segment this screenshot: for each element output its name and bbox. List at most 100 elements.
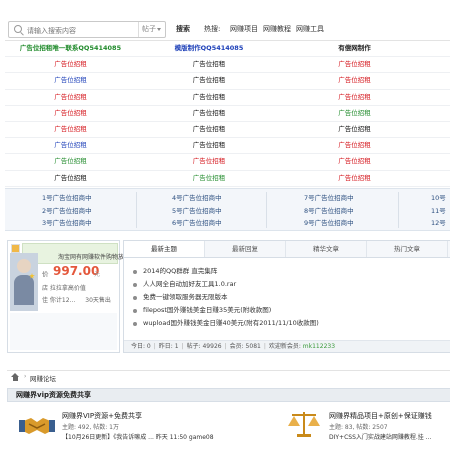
search-box[interactable]: 帖子 [8, 21, 166, 38]
ad-row: 广告位招租广告位招租广告位招租 [5, 138, 450, 155]
topic-title[interactable]: 人人网全自动加好友工具1.0.rar [143, 278, 236, 291]
sales-info: 30天售出 [85, 297, 111, 304]
ad-link[interactable]: 广告位招租 [282, 106, 427, 121]
ad-recruit-link[interactable]: 6号广告位招商中 [172, 217, 222, 230]
forum-latest-post[interactable]: 【10月26日更新】《我告诉嘛成 ... 昨天 11:50 game08 [62, 432, 214, 441]
topic-title[interactable]: wupload国外赚钱美金日赚40美元(附有2011/11/10收款图) [143, 317, 319, 330]
search-button[interactable]: 搜索 [176, 24, 190, 34]
ad-recruit-link[interactable]: 5号广告位招商中 [172, 205, 222, 218]
ad-recruit-link[interactable]: 2号广告位招商中 [42, 205, 92, 218]
ad-link[interactable]: 广告位招租 [136, 171, 282, 186]
stat-posts: 帖子: 49926 [186, 343, 222, 350]
ad-link[interactable]: 广告位招租 [282, 154, 427, 169]
stat-yesterday: 昨日: 1 [158, 343, 179, 350]
seller-info: 佳 你计12... [42, 297, 76, 304]
ad-link[interactable]: 广告位招租 [136, 154, 282, 169]
ad-header-row: 广告位招租唯一联系QQ5414085 模版制作QQ5414085 有偿网制作 [5, 41, 450, 58]
tab-hot[interactable]: 热门文章 [367, 241, 448, 257]
ad-link[interactable]: 广告位招租 [136, 57, 282, 72]
ad-recruit-link[interactable]: 8号广告位招商中 [304, 205, 354, 218]
breadcrumb-forum[interactable]: 网赚论坛 [30, 373, 56, 383]
forum-title[interactable]: 网赚界精品项目+原创+保证赚钱 [329, 411, 432, 421]
ad-recruit-link[interactable]: 4号广告位招商中 [172, 192, 222, 205]
list-item[interactable]: wupload国外赚钱美金日赚40美元(附有2011/11/10收款图) [133, 317, 319, 330]
ad-link[interactable]: 广告位招租 [5, 154, 136, 169]
ad-recruit-link[interactable]: 11号 [431, 205, 446, 218]
search-scope-select[interactable]: 帖子 [138, 22, 165, 37]
ad-link[interactable]: 广告位招租 [282, 171, 427, 186]
seller-line: 佳 你计12... 30天售出 [42, 295, 111, 304]
bullet-icon [133, 282, 137, 287]
topic-tabs: 最新主题 最新回复 精华文章 热门文章 [124, 241, 450, 258]
stat-members: 会员: 5081 [229, 343, 261, 350]
hot-link[interactable]: 网赚工具 [296, 24, 324, 34]
ad-link[interactable]: 广告位招租 [282, 57, 427, 72]
divider [398, 192, 399, 228]
forum-item[interactable]: 网赚界精品项目+原创+保证赚钱 主题: 83, 帖数: 2507 DIY+CSS… [284, 408, 450, 444]
ad-header-cell[interactable]: 广告位招租唯一联系QQ5414085 [5, 41, 136, 56]
ad-row: 广告位招租广告位招租广告位招租 [5, 57, 450, 74]
thumbnail-icon [11, 244, 20, 253]
promo-bottom-area [10, 313, 117, 350]
ad-link[interactable]: 广告位招租 [5, 171, 136, 186]
shop-name[interactable]: 店 拉拉拿高价值 [42, 283, 86, 292]
tab-featured[interactable]: 精华文章 [286, 241, 367, 257]
bullet-icon [133, 295, 137, 300]
promo-banner-text: 淘宝网有网赚软件购物放心 [58, 254, 131, 261]
tab-latest-replies[interactable]: 最新回复 [205, 241, 286, 257]
list-item[interactable]: filepost国外赚钱美金日赚35美元(附收款图) [133, 304, 319, 317]
forum-title[interactable]: 网赚界VIP资源+免费共享 [62, 411, 142, 421]
forum-latest-post[interactable]: DIY+CSS入门实战建站网赚教程.挂 ... [329, 432, 431, 441]
breadcrumb: › 网赚论坛 [7, 370, 450, 384]
product-promo-box[interactable]: 淘宝网有网赚软件购物放心 价 997.00 元 店 拉拉拿高价值 佳 你计12.… [7, 240, 130, 353]
list-item[interactable]: 2014的QQ群群 直完集阵 [133, 265, 319, 278]
price-unit: 元 [94, 271, 101, 278]
hot-link[interactable]: 网赚教程 [263, 24, 291, 34]
bullet-icon [133, 321, 137, 326]
handshake-icon [17, 408, 57, 440]
stat-today: 今日: 0 [131, 343, 151, 350]
ad-link[interactable]: 广告位招租 [136, 122, 282, 137]
home-icon[interactable] [11, 373, 20, 381]
breadcrumb-separator: › [24, 373, 27, 380]
ad-link[interactable]: 广告位招租 [136, 73, 282, 88]
ad-recruit-link[interactable]: 1号广告位招商中 [42, 192, 92, 205]
ad-header-cell[interactable]: 有偿网制作 [282, 41, 427, 56]
ad-link[interactable]: 广告位招租 [282, 138, 427, 153]
ad-recruit-column: 1号广告位招商中 2号广告位招商中 3号广告位招商中 [42, 192, 92, 230]
topic-title[interactable]: 2014的QQ群群 直完集阵 [143, 265, 217, 278]
ad-recruit-link[interactable]: 12号 [431, 217, 446, 230]
ad-recruit-strip: 1号广告位招商中 2号广告位招商中 3号广告位招商中 4号广告位招商中 5号广告… [5, 188, 450, 231]
ad-link[interactable]: 广告位招租 [136, 106, 282, 121]
product-image[interactable] [10, 253, 38, 311]
ad-link[interactable]: 广告位招租 [5, 57, 136, 72]
hot-link[interactable]: 网赚项目 [230, 24, 258, 34]
ad-recruit-link[interactable]: 9号广告位招商中 [304, 217, 354, 230]
ad-link[interactable]: 广告位招租 [282, 122, 427, 137]
newest-member-link[interactable]: mk112233 [303, 343, 335, 350]
ad-link[interactable]: 广告位招租 [5, 106, 136, 121]
ad-link[interactable]: 广告位招租 [5, 138, 136, 153]
ad-link[interactable]: 广告位招租 [5, 73, 136, 88]
list-item[interactable]: 人人网全自动加好友工具1.0.rar [133, 278, 319, 291]
ad-link[interactable]: 广告位招租 [136, 138, 282, 153]
ad-recruit-link[interactable]: 3号广告位招商中 [42, 217, 92, 230]
ad-row: 广告位招租广告位招租广告位招租 [5, 90, 450, 106]
search-input[interactable] [27, 25, 127, 36]
topic-title[interactable]: filepost国外赚钱美金日赚35美元(附收款图) [143, 304, 271, 317]
forum-item[interactable]: 网赚界VIP资源+免费共享 主题: 492, 帖数: 1万 【10月26日更新】… [17, 408, 232, 444]
ad-link[interactable]: 广告位招租 [282, 73, 427, 88]
section-title[interactable]: 网赚界vip资源免费共享 [16, 390, 91, 400]
scales-icon [284, 408, 324, 440]
tab-latest-topics[interactable]: 最新主题 [124, 241, 205, 257]
ad-link[interactable]: 广告位招租 [136, 90, 282, 105]
ad-recruit-link[interactable]: 10号 [431, 192, 446, 205]
ad-link[interactable]: 广告位招租 [282, 90, 427, 105]
ad-link[interactable]: 广告位招租 [5, 122, 136, 137]
ad-header-cell[interactable]: 模版制作QQ5414085 [136, 41, 282, 56]
topic-title[interactable]: 免费一键领取服务器无限版本 [143, 291, 228, 304]
ad-recruit-link[interactable]: 7号广告位招商中 [304, 192, 354, 205]
topic-list: 2014的QQ群群 直完集阵 人人网全自动加好友工具1.0.rar 免费一键领取… [133, 265, 319, 330]
ad-link[interactable]: 广告位招租 [5, 90, 136, 105]
list-item[interactable]: 免费一键领取服务器无限版本 [133, 291, 319, 304]
